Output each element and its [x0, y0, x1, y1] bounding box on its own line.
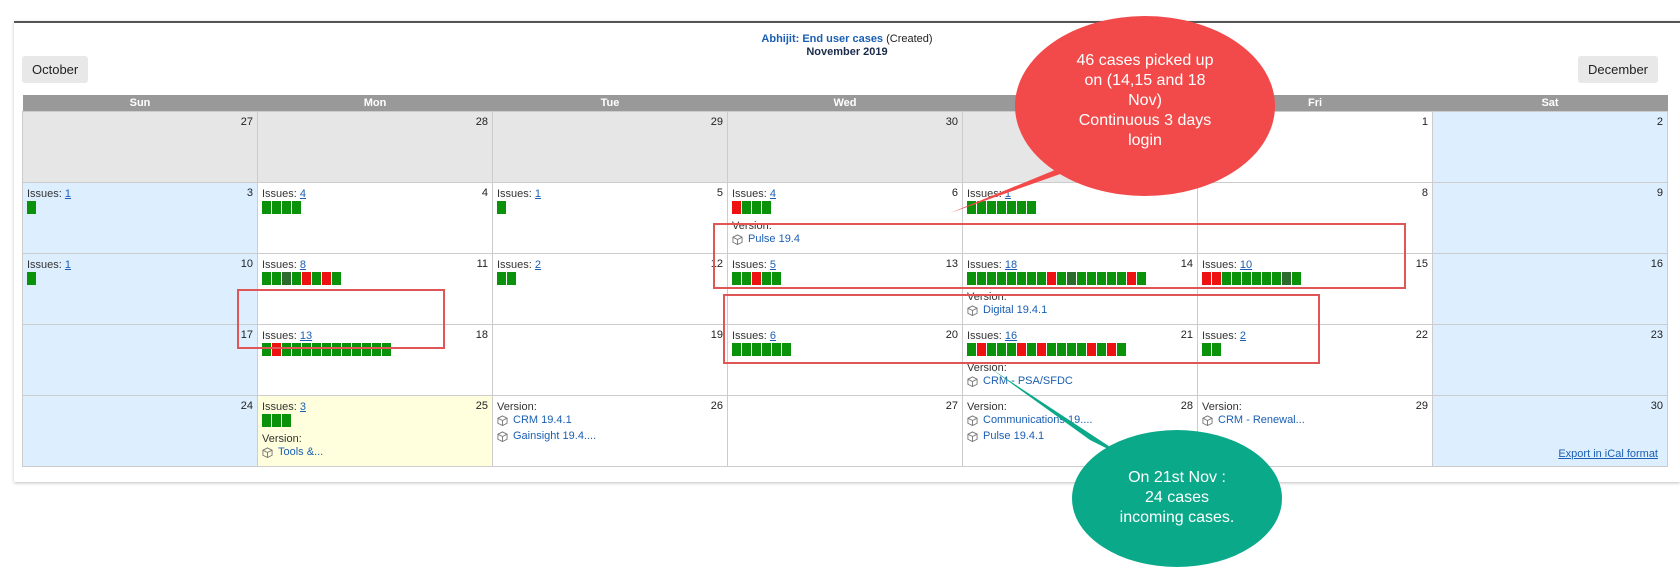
- green-callout-line: 24 cases: [1144, 489, 1210, 506]
- green-callout-line: On 21st Nov :: [1128, 469, 1226, 486]
- red-callout-line: 46 cases picked up: [1076, 52, 1214, 69]
- red-callout: 46 cases picked up on (14,15 and 18 Nov)…: [1015, 16, 1275, 196]
- callout-tails: [950, 160, 1130, 460]
- green-callout-line: incoming cases.: [1119, 509, 1235, 526]
- red-callout-line: Continuous 3 days: [1078, 112, 1212, 129]
- red-callout-line: Nov): [1128, 92, 1162, 109]
- red-callout-line: on (14,15 and 18: [1084, 72, 1206, 89]
- red-callout-line: login: [1128, 132, 1162, 149]
- green-callout: On 21st Nov : 24 cases incoming cases.: [1072, 430, 1282, 567]
